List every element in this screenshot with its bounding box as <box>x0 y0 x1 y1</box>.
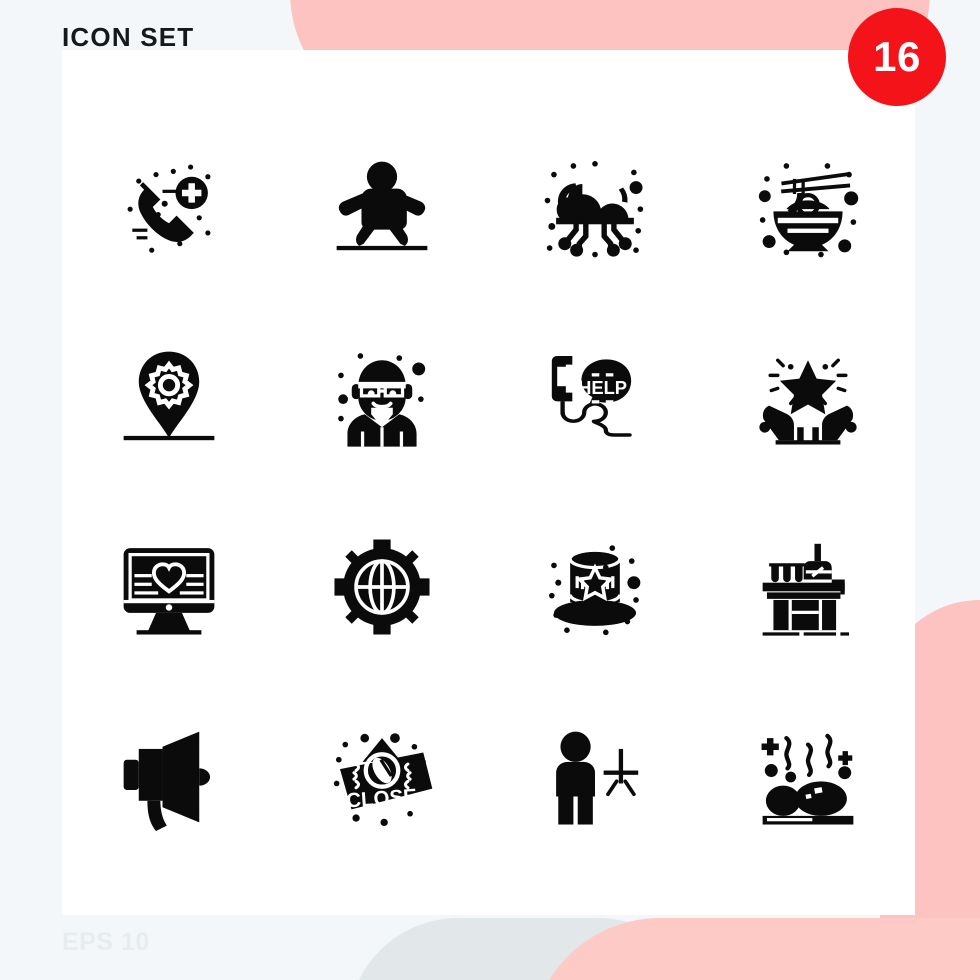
page-title: ICON SET <box>62 22 195 52</box>
location-settings-icon <box>123 351 214 441</box>
help-bubble-text: HELP <box>578 377 627 398</box>
cloud-computing-icon <box>544 160 644 258</box>
hot-stones-spa-icon <box>761 733 854 825</box>
monitor-heart-icon <box>123 548 214 635</box>
bar-counter-icon <box>763 543 850 636</box>
icon-cell-monitor-heart[interactable] <box>62 492 275 682</box>
noodles-bowl-icon <box>759 163 859 258</box>
icon-count-badge: 16 <box>848 8 946 106</box>
icon-cell-hot-stones-spa[interactable] <box>702 682 915 872</box>
icon-cell-squat-exercise[interactable] <box>275 112 488 302</box>
icon-cell-hands-star[interactable] <box>702 302 915 492</box>
squat-exercise-icon <box>336 161 428 251</box>
icon-cell-location-settings[interactable] <box>62 302 275 492</box>
global-settings-icon <box>334 539 430 635</box>
icon-set-card: HELP CLOSE <box>62 50 915 915</box>
icon-cell-megaphone[interactable] <box>62 682 275 872</box>
add-call-icon <box>127 164 211 253</box>
icon-cell-user-glasses[interactable] <box>275 302 488 492</box>
close-sign-icon: CLOSE <box>333 733 433 827</box>
header: ICON SET 16 <box>0 0 980 106</box>
person-height-icon <box>556 731 639 825</box>
top-hat-star-icon <box>549 545 641 636</box>
icon-cell-cloud-computing[interactable] <box>489 112 702 302</box>
user-glasses-icon <box>338 353 426 447</box>
megaphone-icon <box>123 731 210 831</box>
icon-cell-person-height[interactable] <box>489 682 702 872</box>
icon-cell-bar-counter[interactable] <box>702 492 915 682</box>
icon-cell-add-call[interactable] <box>62 112 275 302</box>
icon-cell-help-phone[interactable]: HELP <box>489 302 702 492</box>
icon-cell-top-hat-star[interactable] <box>489 492 702 682</box>
icon-cell-global-settings[interactable] <box>275 492 488 682</box>
icon-cell-noodles-bowl[interactable] <box>702 112 915 302</box>
eps-version-label: EPS 10 <box>62 928 150 956</box>
help-phone-icon: HELP <box>551 355 632 437</box>
hands-star-icon <box>759 358 857 445</box>
close-sign-text: CLOSE <box>345 785 417 813</box>
icon-grid: HELP CLOSE <box>62 68 915 872</box>
icon-cell-close-sign[interactable]: CLOSE <box>275 682 488 872</box>
